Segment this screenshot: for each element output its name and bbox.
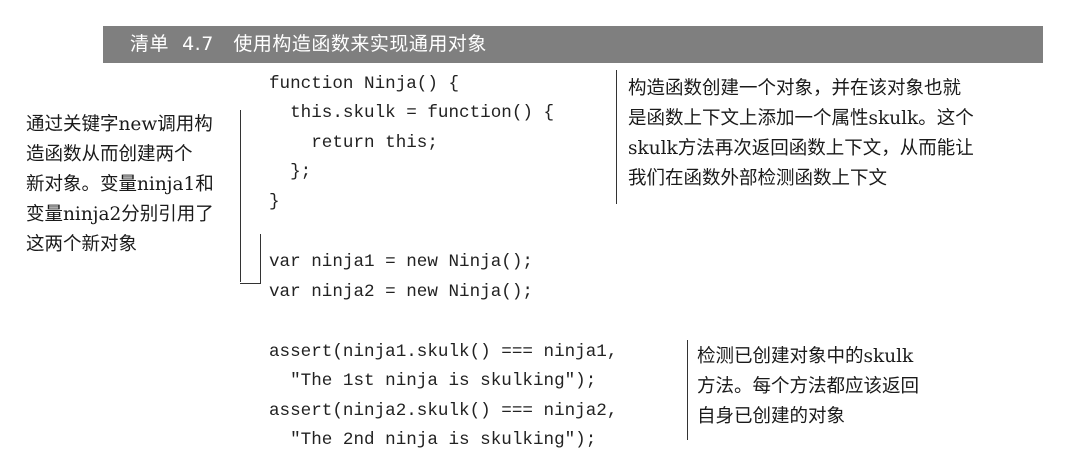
code-line: } [269, 192, 280, 212]
callout-line-top-right [616, 70, 617, 204]
annotation-line: 新对象。变量ninja1和 [26, 174, 214, 195]
annotation-line: 造函数从而创建两个 [26, 144, 193, 165]
code-line: "The 2nd ninja is skulking"); [269, 430, 597, 450]
annotation-top-right: 构造函数创建一个对象，并在该对象也就 是函数上下文上添加一个属性skulk。这个… [628, 74, 974, 194]
annotation-line: 通过关键字new调用构 [26, 114, 213, 135]
code-line: return this; [269, 133, 438, 153]
annotation-line: 方法。每个方法都应该返回 [697, 376, 920, 397]
annotation-line: 我们在函数外部检测函数上下文 [628, 168, 888, 189]
callout-line-bottom-right [687, 340, 688, 440]
annotation-line: 这两个新对象 [26, 234, 138, 255]
code-line: this.skulk = function() { [269, 103, 555, 123]
code-line: assert(ninja2.skulk() === ninja2, [269, 401, 618, 421]
code-line: function Ninja() { [269, 74, 460, 94]
annotation-line: skulk方法再次返回函数上下文，从而能让 [628, 138, 974, 159]
annotation-line: 变量ninja2分别引用了 [26, 204, 214, 225]
annotation-line: 构造函数创建一个对象，并在该对象也就 [628, 78, 962, 99]
annotation-bottom-right: 检测已创建对象中的skulk 方法。每个方法都应该返回 自身已创建的对象 [697, 342, 919, 432]
callout-line-left-vertical [240, 110, 241, 282]
code-line: var ninja1 = new Ninja(); [269, 252, 533, 272]
code-line: "The 1st ninja is skulking"); [269, 371, 597, 391]
code-line: }; [269, 162, 312, 182]
code-line: var ninja2 = new Ninja(); [269, 282, 533, 302]
listing-header-bar: 清单 4.7 使用构造函数来实现通用对象 [103, 26, 1043, 63]
annotation-line: 是函数上下文上添加一个属性skulk。这个 [628, 108, 974, 129]
annotation-line: 自身已创建的对象 [697, 406, 846, 427]
callout-bracket-left [260, 234, 261, 284]
annotation-line: 检测已创建对象中的skulk [697, 346, 914, 367]
listing-title: 清单 4.7 使用构造函数来实现通用对象 [130, 33, 487, 55]
callout-connector-left [240, 283, 260, 284]
annotation-left: 通过关键字new调用构 造函数从而创建两个 新对象。变量ninja1和 变量ni… [26, 110, 214, 260]
code-line: assert(ninja1.skulk() === ninja1, [269, 342, 618, 362]
